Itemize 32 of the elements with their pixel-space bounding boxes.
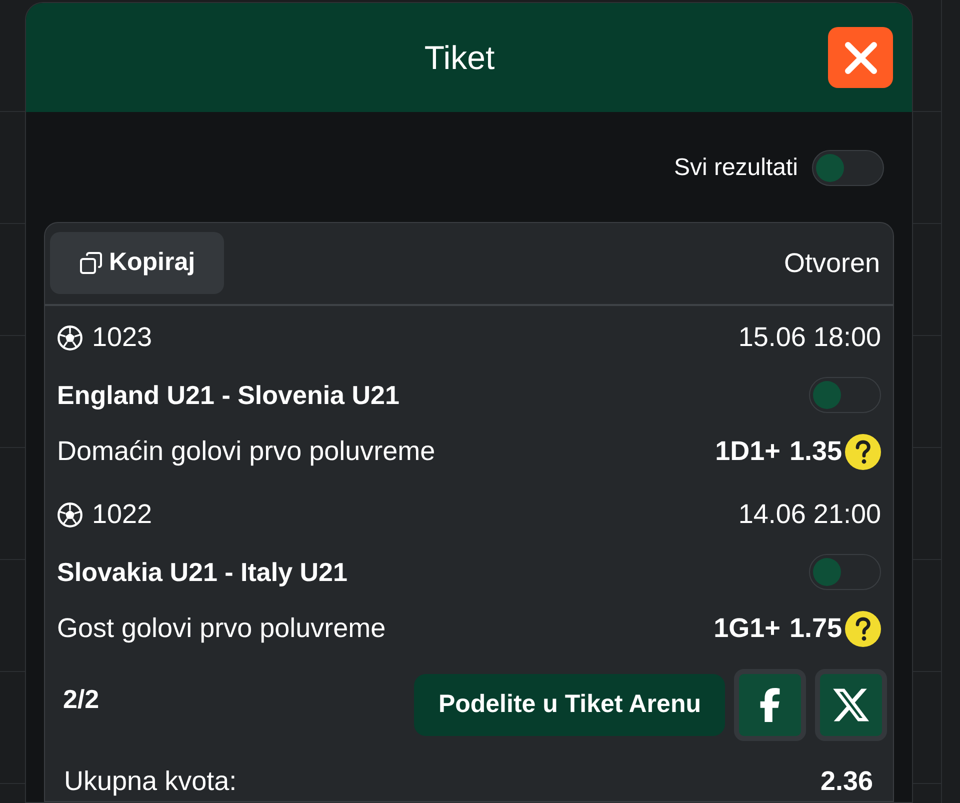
copy-icon bbox=[78, 251, 103, 275]
close-icon bbox=[842, 40, 878, 76]
event-code: 1023 bbox=[92, 324, 152, 351]
pick-odds: 1.35 bbox=[789, 438, 842, 465]
share-button[interactable]: Podelite u Tiket Arenu bbox=[414, 674, 725, 736]
x-button[interactable] bbox=[815, 669, 887, 741]
soccer-ball-icon bbox=[57, 324, 83, 350]
pick-code: 1D1+ bbox=[715, 438, 780, 465]
match-name: Slovakia U21 - Italy U21 bbox=[57, 558, 348, 584]
soccer-ball-icon bbox=[57, 502, 83, 528]
event-datetime: 15.06 18:00 bbox=[738, 324, 881, 351]
market-name: Domaćin golovi prvo poluvreme bbox=[57, 438, 436, 465]
event-datetime: 14.06 21:00 bbox=[738, 501, 881, 528]
event-code: 1022 bbox=[92, 501, 152, 528]
total-odds-label: Ukupna kvota: bbox=[64, 768, 237, 795]
market-name: Gost golovi prvo poluvreme bbox=[57, 615, 386, 642]
event-count: 2/2 bbox=[63, 686, 100, 712]
pick-odds: 1.75 bbox=[789, 615, 842, 642]
match-toggle[interactable] bbox=[809, 554, 881, 590]
help-icon[interactable] bbox=[845, 434, 881, 470]
all-results-label: Svi rezultati bbox=[674, 156, 798, 180]
close-button[interactable] bbox=[828, 27, 893, 88]
copy-button[interactable]: Kopiraj bbox=[50, 232, 224, 294]
facebook-button[interactable] bbox=[734, 669, 806, 741]
modal-title: Tiket bbox=[424, 41, 495, 74]
help-icon[interactable] bbox=[845, 610, 881, 646]
match-name: England U21 - Slovenia U21 bbox=[57, 382, 400, 408]
ticket-status: Otvoren bbox=[784, 250, 880, 276]
total-odds-value: 2.36 bbox=[820, 768, 873, 795]
all-results-toggle[interactable] bbox=[812, 150, 884, 186]
match-toggle[interactable] bbox=[809, 376, 881, 412]
pick-code: 1G1+ bbox=[714, 615, 780, 642]
